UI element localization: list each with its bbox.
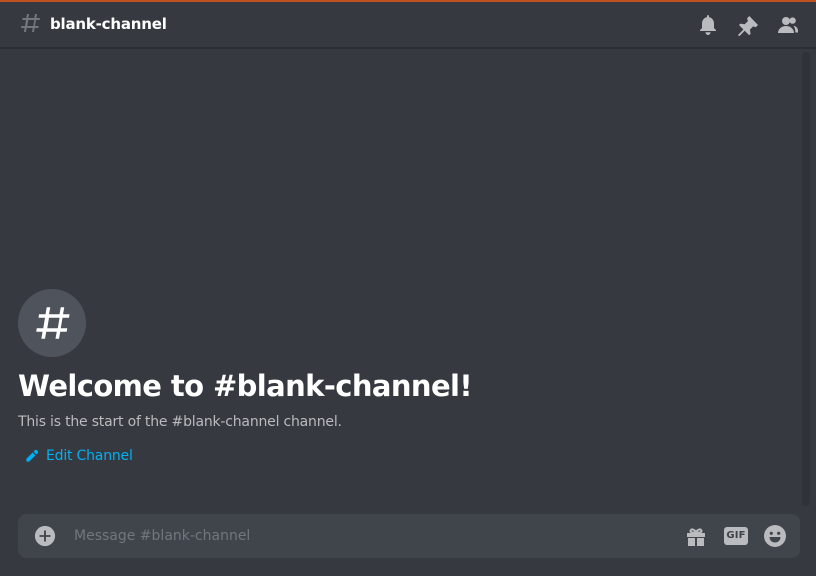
gift-icon[interactable]: [684, 524, 708, 548]
hash-icon: [36, 307, 70, 339]
message-input[interactable]: [74, 525, 664, 547]
edit-channel-link[interactable]: Edit Channel: [24, 447, 133, 465]
hash-icon: [21, 14, 40, 32]
gif-button[interactable]: GIF: [724, 525, 748, 547]
pencil-icon: [26, 449, 39, 462]
edit-channel-label: Edit Channel: [46, 448, 133, 464]
smiley-icon[interactable]: [763, 524, 787, 548]
messages-scrollbar[interactable]: [802, 52, 810, 506]
bell-icon[interactable]: [696, 13, 720, 37]
plus-circle-icon[interactable]: [34, 525, 56, 547]
pin-icon[interactable]: [736, 13, 760, 37]
welcome-description: This is the start of the #blank-channel …: [18, 414, 342, 430]
message-composer: GIF: [18, 514, 800, 558]
gif-label: GIF: [724, 527, 748, 545]
channel-name: blank-channel: [50, 15, 167, 33]
channel-header: blank-channel: [0, 2, 816, 48]
welcome-title: Welcome to #blank-channel!: [18, 369, 473, 403]
members-icon[interactable]: [776, 13, 800, 37]
discord-channel-view: blank-channel Welcome to #blank-channel!…: [0, 0, 816, 576]
channel-hash-avatar: [18, 289, 86, 357]
